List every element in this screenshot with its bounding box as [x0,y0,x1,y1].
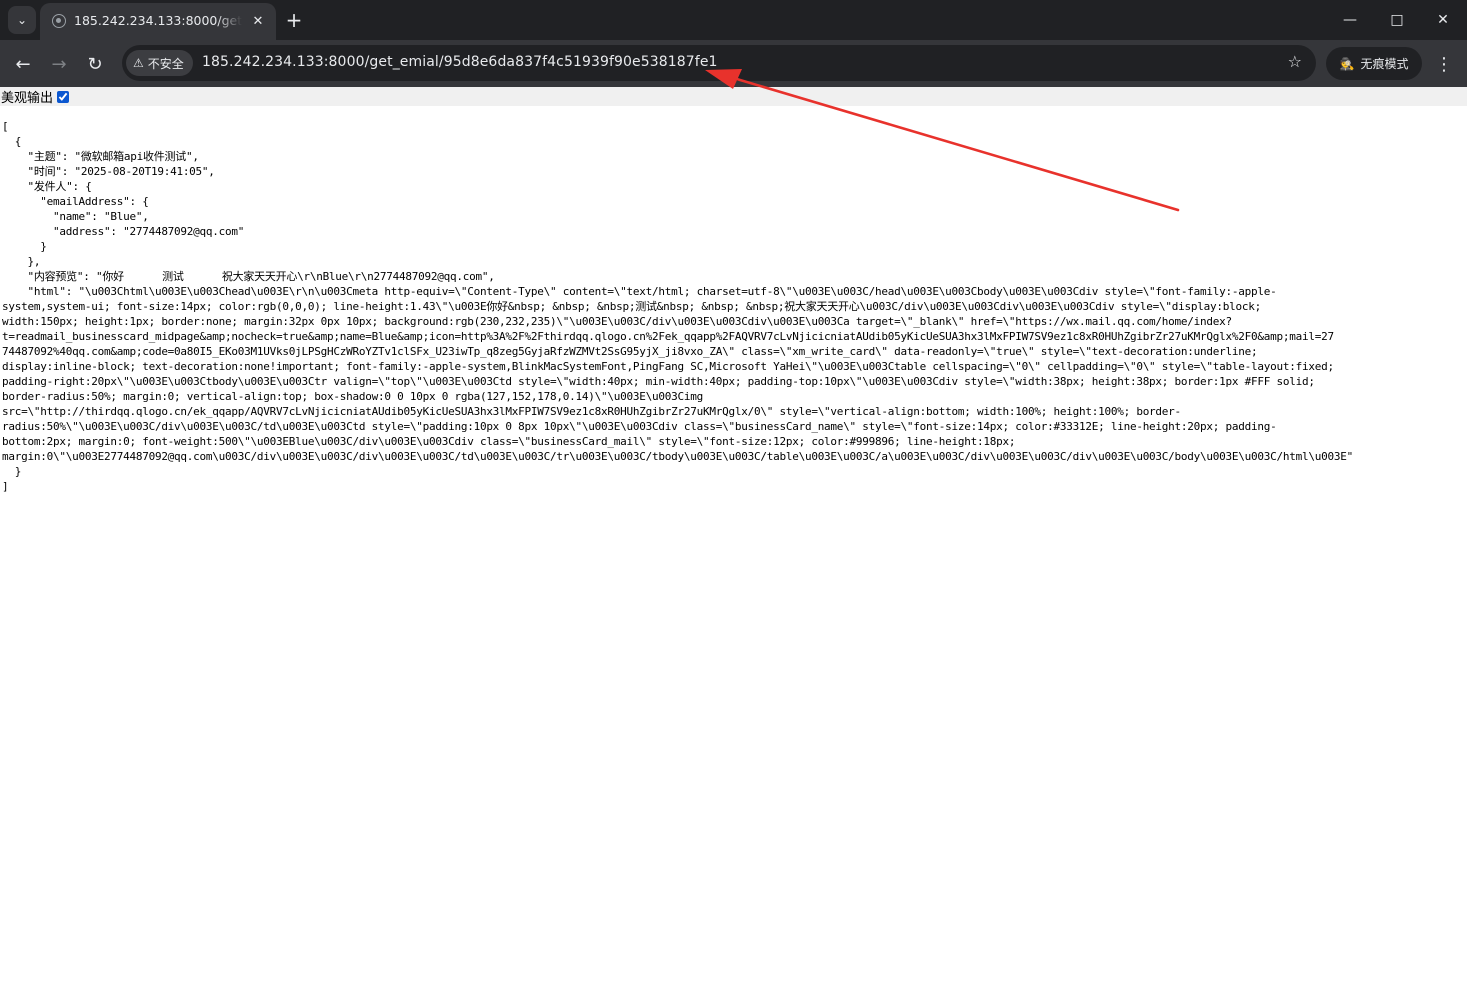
maximize-button[interactable]: □ [1374,0,1420,40]
browser-toolbar: ← → ↻ ⚠ 不安全 185.242.234.133:8000/get_emi… [0,40,1467,87]
more-menu-icon[interactable]: ⋮ [1432,50,1456,78]
tab-strip: ⌄ 185.242.234.133:8000/get_emial ✕ + — □… [0,0,1467,40]
close-window-button[interactable]: ✕ [1420,0,1466,40]
back-button[interactable]: ← [9,50,37,78]
pretty-print-checkbox[interactable] [57,90,70,103]
globe-icon [52,14,66,28]
close-tab-icon[interactable]: ✕ [248,11,268,31]
url-text[interactable]: 185.242.234.133:8000/get_emial/95d8e6da8… [202,54,718,70]
address-bar[interactable]: ⚠ 不安全 185.242.234.133:8000/get_emial/95d… [122,45,1316,81]
pretty-print-label: 美观输出 [1,91,54,106]
json-output: [ { "主题": "微软邮箱api收件测试", "时间": "2025-08-… [2,120,1353,493]
new-tab-button[interactable]: + [282,8,306,32]
tab-active[interactable]: 185.242.234.133:8000/get_emial ✕ [40,3,276,40]
security-chip[interactable]: ⚠ 不安全 [126,50,193,76]
forward-button[interactable]: → [45,50,73,78]
browser-chrome: ⌄ 185.242.234.133:8000/get_emial ✕ + — □… [0,0,1467,87]
minimize-button[interactable]: — [1327,0,1373,40]
tab-title: 185.242.234.133:8000/get_emial [74,13,242,28]
warning-icon: ⚠ [133,56,144,70]
security-label: 不安全 [147,56,184,71]
chevron-down-icon: ⌄ [16,13,28,27]
incognito-badge[interactable]: 🕵 无痕模式 [1326,47,1422,80]
incognito-icon: 🕵 [1339,56,1355,71]
incognito-label: 无痕模式 [1360,57,1409,71]
reload-button[interactable]: ↻ [81,50,109,78]
pretty-print-bar: 美观输出 [0,87,1467,106]
tab-search-button[interactable]: ⌄ [8,6,36,34]
bookmark-star-icon[interactable]: ☆ [1288,52,1302,71]
